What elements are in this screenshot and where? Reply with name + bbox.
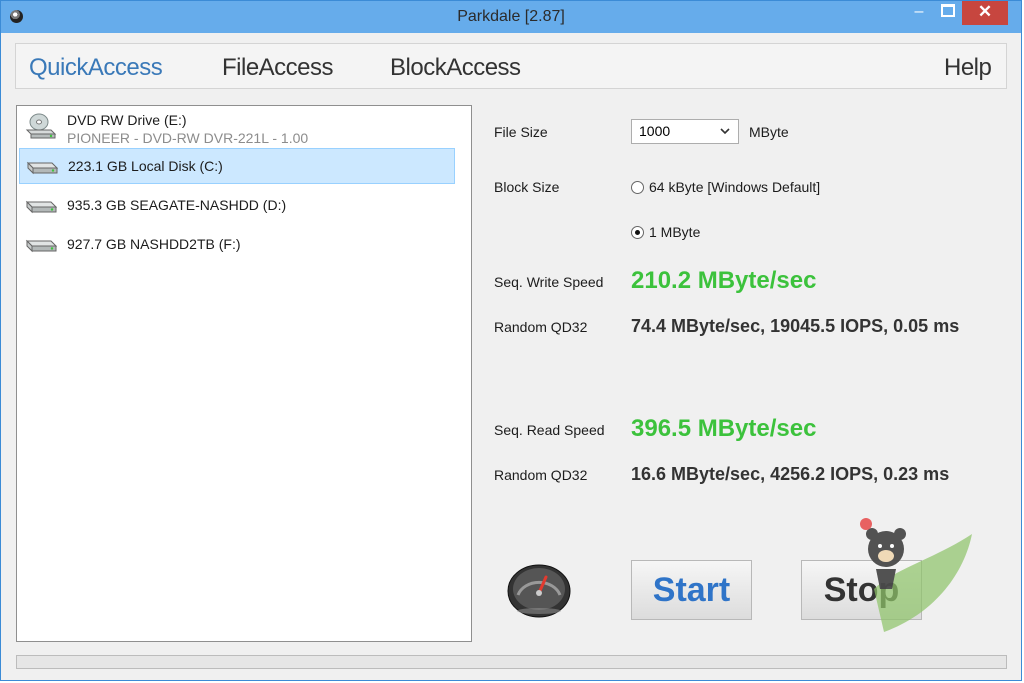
radio-label: 1 MByte (649, 224, 701, 240)
radio-indicator-selected (631, 226, 644, 239)
drive-label: 223.1 GB Local Disk (C:) (68, 158, 223, 174)
tab-blockaccess[interactable]: BlockAccess (390, 54, 521, 82)
bear-watermark-logo (860, 518, 972, 632)
drive-item-d[interactable]: 935.3 GB SEAGATE-NASHDD (D:) (19, 188, 455, 224)
block-size-label: Block Size (494, 179, 560, 195)
chevron-down-icon (720, 128, 730, 135)
random-read-label: Random QD32 (494, 467, 588, 483)
file-size-label: File Size (494, 124, 548, 140)
file-size-select[interactable]: 1000 (631, 119, 739, 144)
drive-item-f[interactable]: 927.7 GB NASHDD2TB (F:) (19, 227, 455, 263)
random-write-label: Random QD32 (494, 319, 588, 335)
app-window: Parkdale [2.87] – ✕ QuickAccess FileAcce… (0, 0, 1022, 681)
file-size-unit: MByte (749, 124, 789, 140)
random-read-value: 16.6 MByte/sec, 4256.2 IOPS, 0.23 ms (631, 464, 950, 484)
dvd-drive-icon (25, 113, 57, 139)
radio-indicator (631, 181, 644, 194)
title-bar[interactable]: Parkdale [2.87] – ✕ (1, 1, 1021, 33)
start-button[interactable]: Start (631, 560, 752, 620)
maximize-button[interactable] (934, 1, 962, 25)
file-size-value: 1000 (639, 123, 671, 139)
minimize-button[interactable]: – (904, 1, 934, 25)
drive-list[interactable]: DVD RW Drive (E:) PIONEER - DVD-RW DVR-2… (16, 105, 472, 642)
drive-label: DVD RW Drive (E:) (67, 112, 187, 128)
hard-disk-icon (26, 161, 58, 175)
seq-read-value: 396.5 MByte/sec (631, 415, 817, 442)
seq-write-value: 210.2 MByte/sec (631, 267, 817, 294)
radio-label: 64 kByte [Windows Default] (649, 179, 821, 195)
seq-write-label: Seq. Write Speed (494, 274, 604, 290)
seq-read-label: Seq. Read Speed (494, 422, 605, 438)
help-menu[interactable]: Help (944, 54, 992, 82)
drive-item-c[interactable]: 223.1 GB Local Disk (C:) (19, 148, 455, 184)
drive-model: PIONEER - DVD-RW DVR-221L - 1.00 (67, 130, 309, 146)
hard-disk-icon (25, 239, 57, 253)
close-button[interactable]: ✕ (962, 1, 1008, 25)
drive-label: 927.7 GB NASHDD2TB (F:) (67, 236, 241, 252)
tab-fileaccess[interactable]: FileAccess (222, 54, 334, 82)
hard-disk-icon (25, 200, 57, 214)
progress-bar (16, 655, 1007, 669)
tab-quickaccess[interactable]: QuickAccess (29, 54, 163, 82)
drive-label: 935.3 GB SEAGATE-NASHDD (D:) (67, 197, 287, 213)
radio-1mbyte[interactable]: 1 MByte (631, 224, 700, 240)
speedometer-icon (507, 564, 571, 618)
radio-64kbyte[interactable]: 64 kByte [Windows Default] (631, 179, 820, 195)
window-title: Parkdale [2.87] (457, 8, 565, 25)
menu-bar: QuickAccess FileAccess BlockAccess Help (15, 43, 1007, 89)
drive-item-dvd[interactable]: DVD RW Drive (E:) PIONEER - DVD-RW DVR-2… (19, 110, 455, 148)
maximize-icon (941, 3, 955, 17)
random-write-value: 74.4 MByte/sec, 19045.5 IOPS, 0.05 ms (631, 316, 960, 336)
